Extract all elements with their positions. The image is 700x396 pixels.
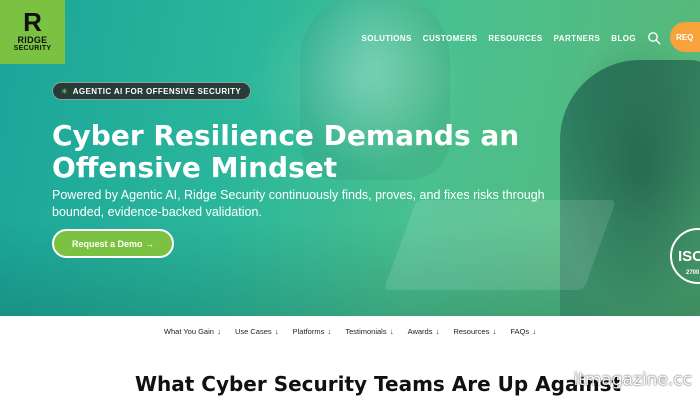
section-nav-faqs[interactable]: FAQs ↓ bbox=[510, 327, 536, 336]
arrow-down-icon: ↓ bbox=[435, 326, 440, 336]
logo-name-security: SECURITY bbox=[13, 45, 52, 52]
section-nav-label: Awards bbox=[407, 326, 433, 336]
section-nav-platforms[interactable]: Platforms ↓ bbox=[293, 327, 332, 336]
request-demo-nav-button[interactable]: REQ bbox=[670, 22, 700, 52]
badge-label: AGENTIC AI FOR OFFENSIVE SECURITY bbox=[72, 86, 242, 96]
arrow-down-icon: ↓ bbox=[274, 326, 279, 336]
arrow-down-icon: ↓ bbox=[492, 326, 497, 336]
arrow-down-icon: ↓ bbox=[327, 326, 332, 336]
search-icon[interactable] bbox=[647, 31, 661, 45]
nav-customers[interactable]: CUSTOMERS bbox=[423, 34, 478, 43]
section-nav-awards[interactable]: Awards ↓ bbox=[408, 327, 440, 336]
arrow-down-icon: ↓ bbox=[389, 326, 394, 336]
arrow-down-icon: ↓ bbox=[532, 326, 537, 336]
badge-sparkle-icon: ✳ bbox=[61, 86, 68, 96]
nav-blog[interactable]: BLOG bbox=[611, 34, 636, 43]
hero-section: R RIDGE SECURITY SOLUTIONS CUSTOMERS RES… bbox=[0, 0, 700, 316]
section-nav-label: Resources bbox=[453, 326, 490, 336]
section-nav-what-you-gain[interactable]: What You Gain ↓ bbox=[164, 327, 221, 336]
hero-subtext: Powered by Agentic AI, Ridge Security co… bbox=[52, 188, 545, 219]
arrow-down-icon: ↓ bbox=[216, 326, 221, 336]
iso-number: 2700 bbox=[686, 270, 700, 276]
request-demo-button[interactable]: Request a Demo → bbox=[52, 229, 174, 258]
section-nav-label: FAQs bbox=[510, 326, 530, 336]
logo-mark: R bbox=[23, 7, 42, 37]
section-nav-use-cases[interactable]: Use Cases ↓ bbox=[235, 327, 279, 336]
hero-headline: Cyber Resilience Demands an Offensive Mi… bbox=[52, 119, 520, 184]
section-nav-label: Testimonials bbox=[345, 326, 387, 336]
top-nav: SOLUTIONS CUSTOMERS RESOURCES PARTNERS B… bbox=[362, 22, 700, 52]
site-logo[interactable]: R RIDGE SECURITY bbox=[0, 0, 65, 64]
nav-solutions[interactable]: SOLUTIONS bbox=[362, 34, 412, 43]
hero-badge: ✳ AGENTIC AI FOR OFFENSIVE SECURITY bbox=[52, 82, 252, 100]
section-nav-label: Platforms bbox=[292, 326, 325, 336]
iso-label: ISO bbox=[678, 247, 700, 265]
nav-resources[interactable]: RESOURCES bbox=[488, 34, 542, 43]
section-nav: What You Gain ↓ Use Cases ↓ Platforms ↓ Tes… bbox=[0, 316, 700, 346]
section-nav-label: What You Gain bbox=[163, 326, 214, 336]
nav-partners[interactable]: PARTNERS bbox=[554, 34, 601, 43]
logo-name-ridge: RIDGE bbox=[17, 35, 48, 45]
watermark-text: itmagazine.cc bbox=[573, 370, 692, 390]
section-nav-resources[interactable]: Resources ↓ bbox=[453, 327, 496, 336]
section-nav-testimonials[interactable]: Testimonials ↓ bbox=[345, 327, 393, 336]
section-nav-label: Use Cases bbox=[234, 326, 272, 336]
